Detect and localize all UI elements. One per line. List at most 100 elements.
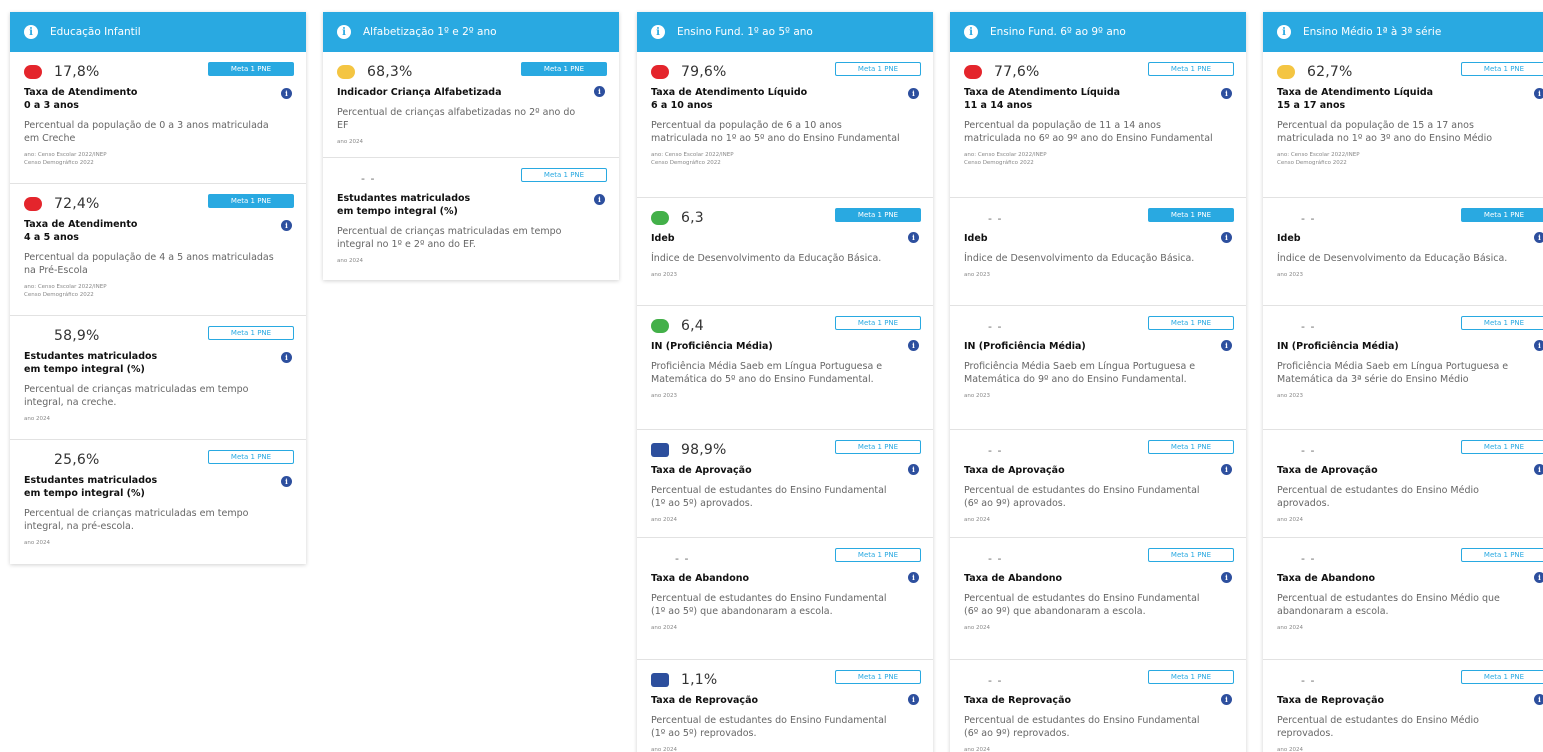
status-dot xyxy=(24,197,42,211)
info-icon[interactable]: i xyxy=(1534,88,1543,99)
info-icon[interactable]: i xyxy=(1534,572,1543,583)
status-dot xyxy=(337,65,355,79)
meta-pne-badge[interactable]: Meta 1 PNE xyxy=(521,168,607,182)
info-icon[interactable]: i xyxy=(1221,464,1232,475)
info-icon[interactable]: i xyxy=(1534,694,1543,705)
indicator-source: ano 2024 xyxy=(24,416,50,422)
indicator-source: ano 2023 xyxy=(651,272,677,278)
indicator-card: - - Meta 1 PNE i Ideb Índice de Desenvol… xyxy=(950,198,1246,306)
indicator-value: - - xyxy=(988,211,1003,225)
indicator-description: Percentual de estudantes do Ensino Funda… xyxy=(651,485,887,509)
indicator-description: Percentual da população de 11 a 14 anos … xyxy=(964,120,1213,144)
info-icon[interactable]: i xyxy=(908,694,919,705)
column-title: Ensino Médio 1ª à 3ª série xyxy=(1303,26,1442,38)
meta-pne-badge[interactable]: Meta 1 PNE xyxy=(208,194,294,208)
info-icon[interactable]: i xyxy=(1221,572,1232,583)
info-icon[interactable]: i xyxy=(964,25,978,39)
info-icon[interactable]: i xyxy=(1221,232,1232,243)
indicator-value: 98,9% xyxy=(681,442,727,458)
indicator-title: Taxa de Reprovação xyxy=(651,695,759,706)
column-header[interactable]: i Ensino Fund. 1º ao 5º ano xyxy=(637,12,933,52)
column-header[interactable]: i Ensino Fund. 6º ao 9º ano xyxy=(950,12,1246,52)
meta-pne-badge[interactable]: Meta 1 PNE xyxy=(1148,62,1234,76)
meta-pne-badge[interactable]: Meta 1 PNE xyxy=(1148,440,1234,454)
meta-pne-badge[interactable]: Meta 1 PNE xyxy=(521,62,607,76)
info-icon[interactable]: i xyxy=(281,220,292,231)
column-header[interactable]: i Ensino Médio 1ª à 3ª série xyxy=(1263,12,1543,52)
indicator-description: Percentual de estudantes do Ensino Funda… xyxy=(964,485,1200,509)
indicator-value: - - xyxy=(988,551,1003,565)
info-icon[interactable]: i xyxy=(337,25,351,39)
indicator-card: 17,8% Meta 1 PNE i Taxa de Atendimento 0 … xyxy=(10,52,306,184)
meta-pne-badge[interactable]: Meta 1 PNE xyxy=(1461,316,1543,330)
indicator-title: Taxa de Atendimento 4 a 5 anos xyxy=(24,219,138,243)
info-icon[interactable]: i xyxy=(281,476,292,487)
indicator-title: Ideb xyxy=(1277,233,1301,244)
info-icon[interactable]: i xyxy=(651,25,665,39)
indicator-value: 58,9% xyxy=(54,328,100,344)
meta-pne-badge[interactable]: Meta 1 PNE xyxy=(1148,548,1234,562)
info-icon[interactable]: i xyxy=(908,340,919,351)
indicator-card: 25,6% Meta 1 PNE i Estudantes matriculad… xyxy=(10,440,306,564)
column-header[interactable]: i Educação Infantil xyxy=(10,12,306,52)
info-icon[interactable]: i xyxy=(1277,25,1291,39)
meta-pne-badge[interactable]: Meta 1 PNE xyxy=(1461,62,1543,76)
indicator-description: Índice de Desenvolvimento da Educação Bá… xyxy=(964,253,1195,264)
info-icon[interactable]: i xyxy=(1221,694,1232,705)
meta-pne-badge[interactable]: Meta 1 PNE xyxy=(1461,548,1543,562)
info-icon[interactable]: i xyxy=(1534,340,1543,351)
indicator-source: ano 2024 xyxy=(651,517,677,523)
status-dot xyxy=(24,65,42,79)
meta-pne-badge[interactable]: Meta 1 PNE xyxy=(1148,208,1234,222)
indicator-value: 77,6% xyxy=(994,64,1040,80)
indicator-source: ano 2024 xyxy=(337,139,363,145)
indicator-description: Percentual de crianças matriculadas em t… xyxy=(24,384,249,408)
meta-pne-badge[interactable]: Meta 1 PNE xyxy=(835,548,921,562)
info-icon[interactable]: i xyxy=(281,352,292,363)
column-header[interactable]: i Alfabetização 1º e 2º ano xyxy=(323,12,619,52)
indicator-title: IN (Proficiência Média) xyxy=(651,341,773,352)
info-icon[interactable]: i xyxy=(1534,464,1543,475)
indicator-card: - - Meta 1 PNE i Taxa de Reprovação Perc… xyxy=(1263,660,1543,752)
indicator-value: - - xyxy=(988,319,1003,333)
indicator-description: Percentual de crianças matriculadas em t… xyxy=(337,226,562,250)
indicator-description: Proficiência Média Saeb em Língua Portug… xyxy=(651,361,883,385)
meta-pne-badge[interactable]: Meta 1 PNE xyxy=(1148,670,1234,684)
indicator-description: Percentual da população de 0 a 3 anos ma… xyxy=(24,120,269,144)
indicator-title: Ideb xyxy=(964,233,988,244)
meta-pne-badge[interactable]: Meta 1 PNE xyxy=(835,670,921,684)
meta-pne-badge[interactable]: Meta 1 PNE xyxy=(1461,670,1543,684)
meta-pne-badge[interactable]: Meta 1 PNE xyxy=(835,316,921,330)
meta-pne-badge[interactable]: Meta 1 PNE xyxy=(208,450,294,464)
indicator-value: - - xyxy=(1301,673,1316,687)
meta-pne-badge[interactable]: Meta 1 PNE xyxy=(1148,316,1234,330)
indicator-card: - - Meta 1 PNE i Estudantes matriculados… xyxy=(323,158,619,280)
indicator-card: 6,3 Meta 1 PNE i Ideb Índice de Desenvol… xyxy=(637,198,933,306)
indicator-value: 17,8% xyxy=(54,64,100,80)
info-icon[interactable]: i xyxy=(1221,340,1232,351)
info-icon[interactable]: i xyxy=(1221,88,1232,99)
indicator-description: Percentual de crianças matriculadas em t… xyxy=(24,508,249,532)
status-dot xyxy=(651,319,669,333)
info-icon[interactable]: i xyxy=(24,25,38,39)
meta-pne-badge[interactable]: Meta 1 PNE xyxy=(835,62,921,76)
meta-pne-badge[interactable]: Meta 1 PNE xyxy=(208,326,294,340)
indicator-card: - - Meta 1 PNE i Taxa de Abandono Percen… xyxy=(1263,538,1543,660)
info-icon[interactable]: i xyxy=(908,232,919,243)
status-dot xyxy=(651,673,669,687)
info-icon[interactable]: i xyxy=(1534,232,1543,243)
meta-pne-badge[interactable]: Meta 1 PNE xyxy=(1461,208,1543,222)
meta-pne-badge[interactable]: Meta 1 PNE xyxy=(208,62,294,76)
info-icon[interactable]: i xyxy=(594,194,605,205)
indicator-source: ano 2023 xyxy=(1277,393,1303,399)
meta-pne-badge[interactable]: Meta 1 PNE xyxy=(1461,440,1543,454)
info-icon[interactable]: i xyxy=(908,88,919,99)
meta-pne-badge[interactable]: Meta 1 PNE xyxy=(835,208,921,222)
info-icon[interactable]: i xyxy=(594,86,605,97)
indicator-source: ano 2024 xyxy=(651,747,677,752)
info-icon[interactable]: i xyxy=(908,464,919,475)
info-icon[interactable]: i xyxy=(281,88,292,99)
status-dot xyxy=(24,329,42,343)
meta-pne-badge[interactable]: Meta 1 PNE xyxy=(835,440,921,454)
info-icon[interactable]: i xyxy=(908,572,919,583)
